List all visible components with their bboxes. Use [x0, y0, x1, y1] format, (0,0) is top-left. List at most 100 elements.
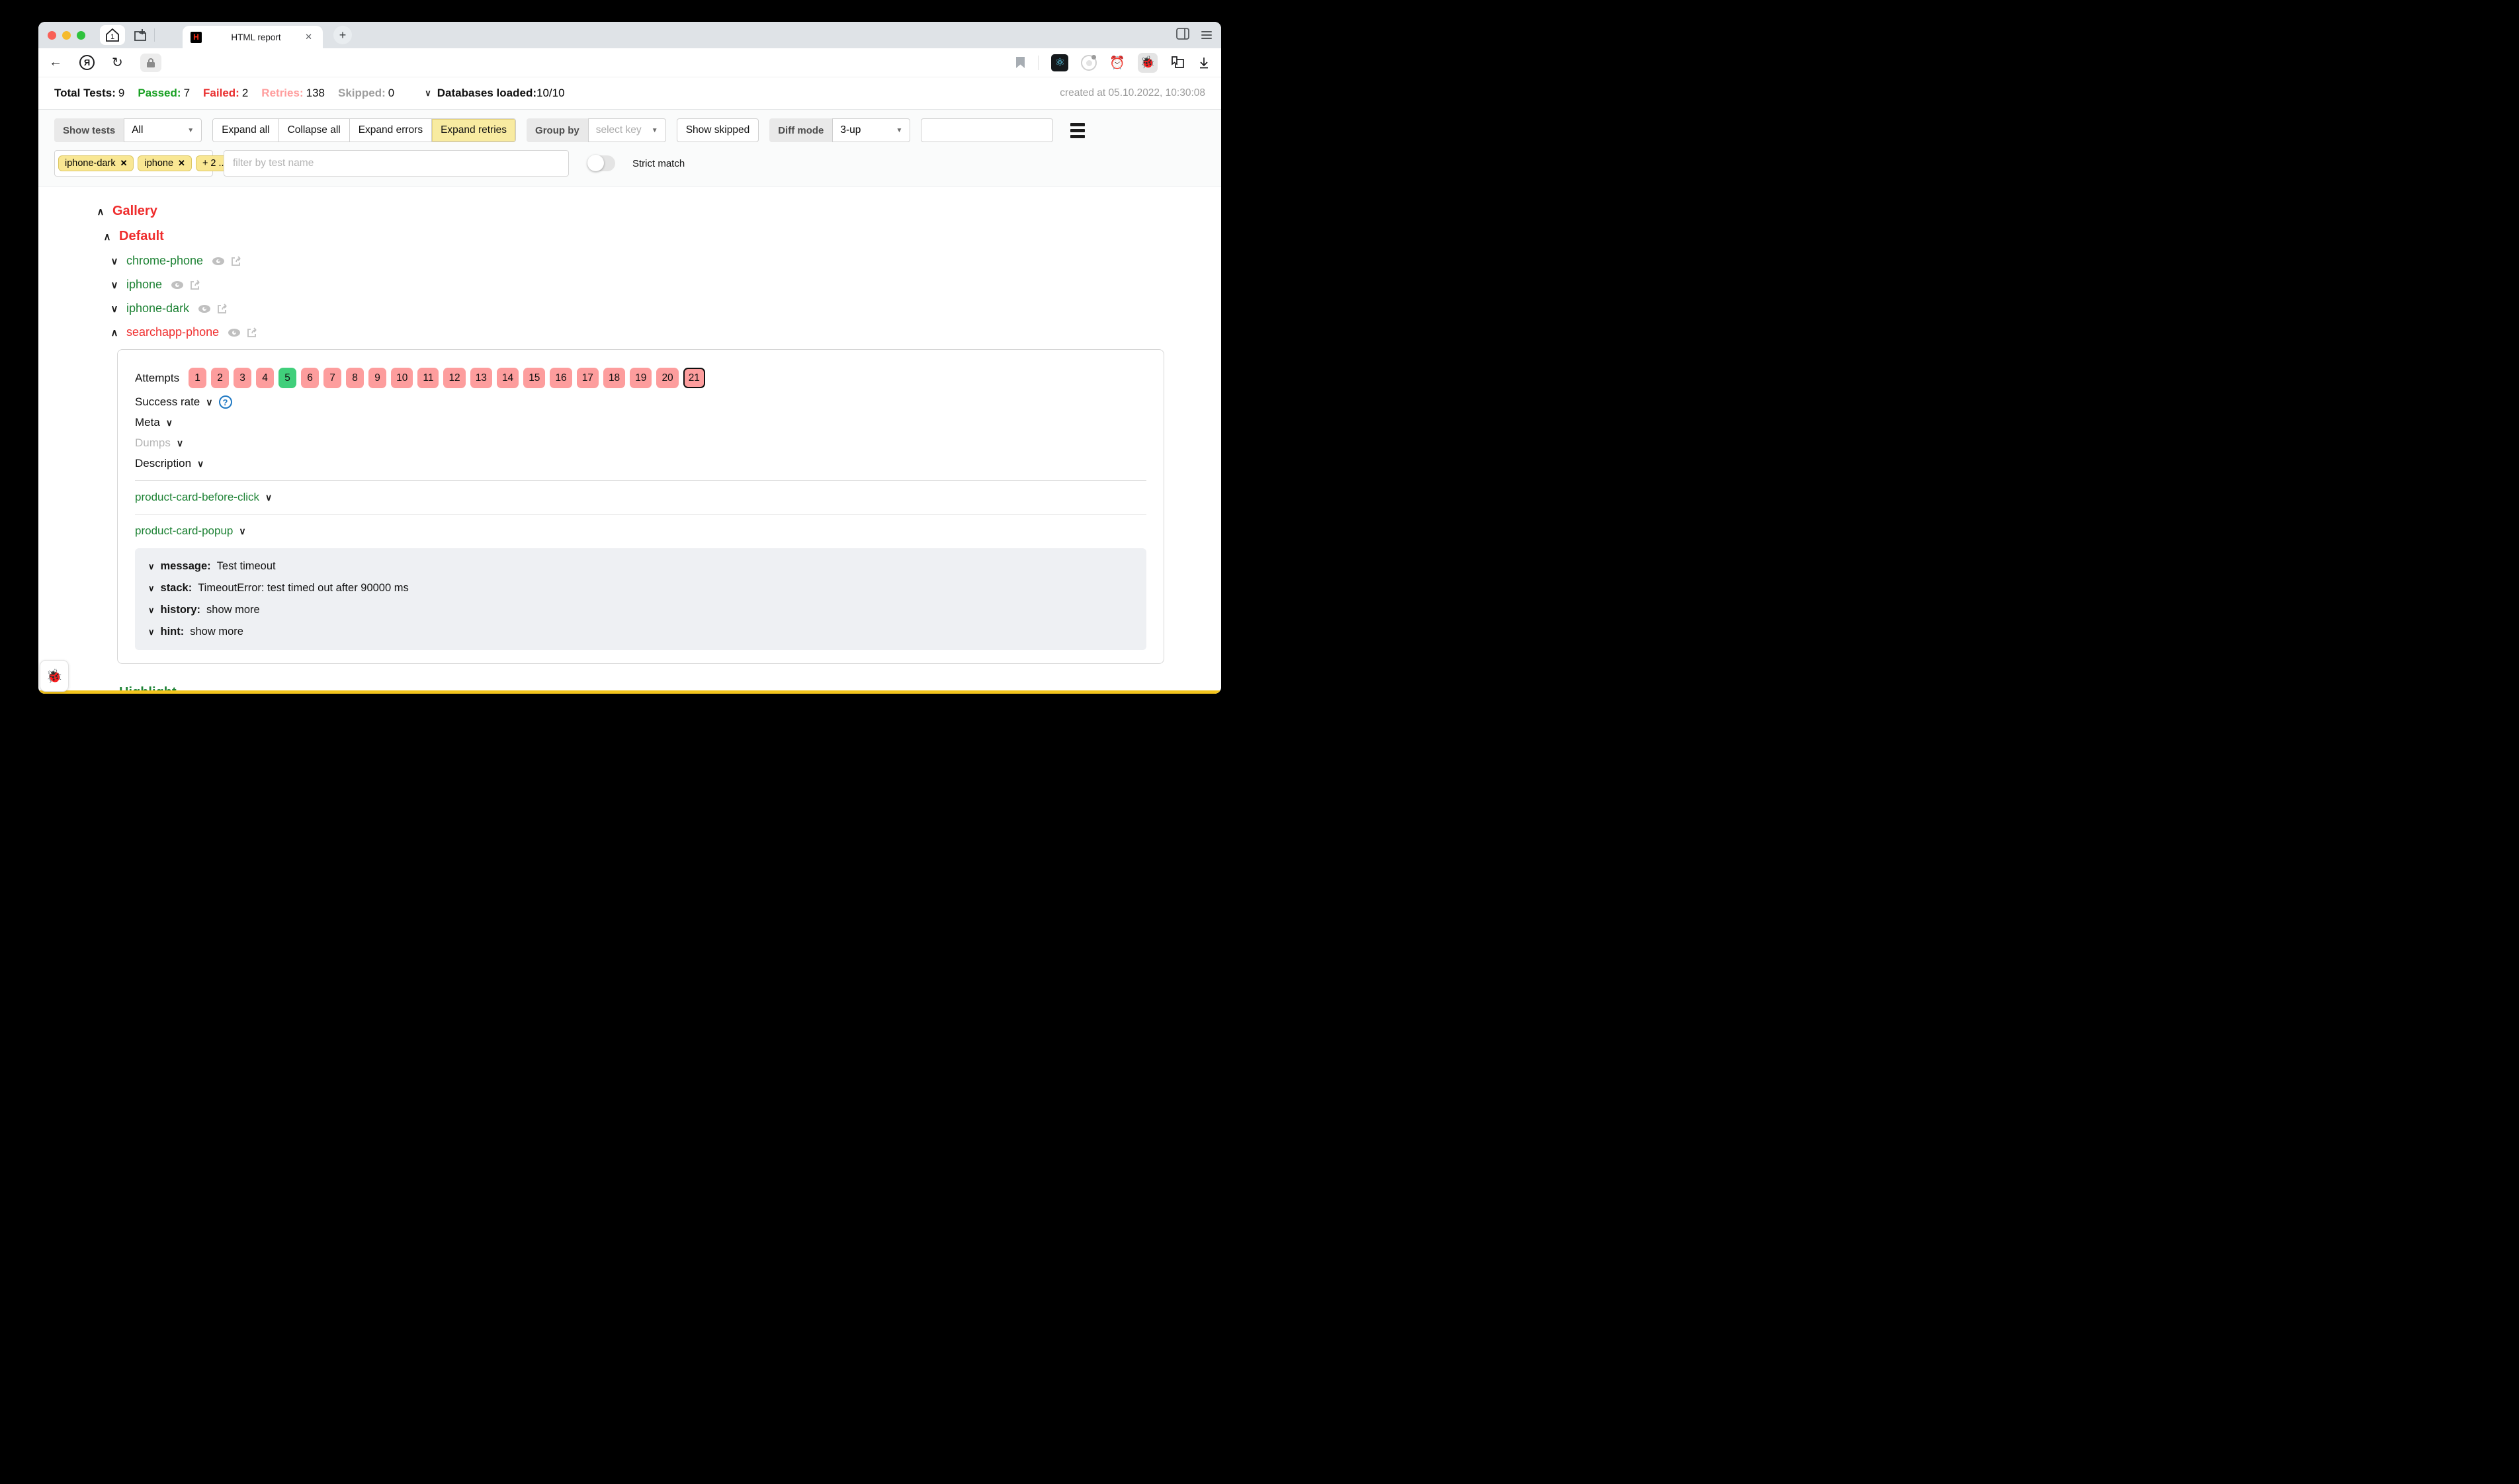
chevron-up-icon[interactable]: ∧ — [102, 231, 112, 243]
active-tab[interactable]: H HTML report ✕ — [183, 26, 323, 48]
share-icon[interactable] — [217, 303, 228, 314]
chip-remove-icon[interactable]: ✕ — [178, 158, 185, 169]
error-hint-row[interactable]: ∨ hint: show more — [148, 626, 1133, 638]
attempt-pill[interactable]: 13 — [470, 368, 492, 388]
test-label[interactable]: searchapp-phone — [126, 325, 219, 339]
yandex-button[interactable]: Я — [79, 55, 95, 70]
toolbar-search-input[interactable] — [921, 118, 1053, 142]
attempt-pill[interactable]: 9 — [368, 368, 386, 388]
chevron-up-icon[interactable]: ∧ — [95, 206, 106, 218]
chevron-up-icon[interactable]: ∧ — [109, 327, 120, 339]
new-window-button[interactable] — [130, 25, 150, 45]
expand-retries-button[interactable]: Expand retries — [431, 119, 515, 142]
attempt-pill[interactable]: 1 — [189, 368, 206, 388]
bug-report-panel-button[interactable]: 🐞 — [40, 660, 69, 692]
error-history-row[interactable]: ∨ history: show more — [148, 604, 1133, 616]
attempt-pill[interactable]: 3 — [234, 368, 251, 388]
test-iphone-dark[interactable]: ∨ iphone-dark — [109, 302, 1164, 315]
test-name-filter-input[interactable] — [224, 150, 569, 177]
success-rate-section[interactable]: Success rate ∨ ? — [135, 395, 1146, 409]
bookmark-icon[interactable] — [1015, 56, 1025, 69]
show-tests-select[interactable]: All ▼ — [124, 118, 202, 142]
attempt-pill[interactable]: 11 — [417, 368, 439, 388]
show-more-link[interactable]: show more — [190, 626, 243, 638]
attempt-pill[interactable]: 7 — [323, 368, 341, 388]
description-section[interactable]: Description ∨ — [135, 457, 1146, 470]
share-icon[interactable] — [231, 255, 242, 267]
side-panel-icon[interactable] — [1176, 28, 1189, 43]
tab-close-icon[interactable]: ✕ — [302, 30, 315, 44]
attempt-pill[interactable]: 10 — [391, 368, 413, 388]
attempt-pill[interactable]: 12 — [443, 368, 465, 388]
browser-menu-icon[interactable] — [1201, 31, 1212, 39]
attempt-pill[interactable]: 6 — [301, 368, 319, 388]
maximize-window-button[interactable] — [77, 31, 85, 40]
attempt-pill[interactable]: 5 — [278, 368, 296, 388]
diff-mode-select[interactable]: 3-up ▼ — [832, 118, 910, 142]
attempt-pill[interactable]: 20 — [656, 368, 678, 388]
suite-default[interactable]: ∧ Default — [102, 229, 1164, 244]
chevron-down-icon[interactable]: ∨ — [109, 303, 120, 315]
databases-loaded-toggle[interactable]: ∨ Databases loaded:10/10 — [425, 87, 564, 100]
new-tab-button[interactable]: + — [333, 26, 352, 44]
attempt-pill[interactable]: 15 — [523, 368, 545, 388]
attempt-pill[interactable]: 19 — [630, 368, 652, 388]
dumps-section[interactable]: Dumps ∨ — [135, 436, 1146, 450]
show-skipped-button[interactable]: Show skipped — [677, 118, 759, 142]
react-devtools-extension-icon[interactable]: ⚛ — [1051, 54, 1068, 71]
expand-errors-button[interactable]: Expand errors — [349, 119, 431, 142]
chip-remove-icon[interactable]: ✕ — [120, 158, 128, 169]
help-icon[interactable]: ? — [219, 395, 232, 409]
suite-label[interactable]: Gallery — [112, 204, 157, 219]
error-stack-row[interactable]: ∨ stack: TimeoutError: test timed out af… — [148, 582, 1133, 595]
expand-all-button[interactable]: Expand all — [213, 119, 278, 142]
attempt-pill[interactable]: 4 — [256, 368, 274, 388]
test-label[interactable]: iphone — [126, 278, 162, 292]
share-icon[interactable] — [190, 279, 201, 290]
test-chrome-phone[interactable]: ∨ chrome-phone — [109, 254, 1164, 268]
collections-icon[interactable] — [1170, 56, 1185, 69]
test-iphone[interactable]: ∨ iphone — [109, 278, 1164, 292]
view-eye-icon[interactable] — [228, 328, 241, 337]
attempt-pill[interactable]: 2 — [211, 368, 229, 388]
alarm-extension-icon[interactable]: ⏰ — [1109, 55, 1125, 71]
report-menu-icon[interactable] — [1070, 123, 1085, 138]
orbit-extension-icon[interactable] — [1081, 55, 1097, 71]
chevron-down-icon[interactable]: ∨ — [109, 255, 120, 267]
state-product-card-popup[interactable]: product-card-popup ∨ — [135, 524, 1146, 538]
reload-button[interactable]: ↻ — [112, 54, 123, 71]
strict-match-toggle[interactable] — [587, 155, 615, 171]
bug-extension-icon[interactable]: 🐞 — [1138, 53, 1158, 73]
test-label[interactable]: chrome-phone — [126, 254, 203, 268]
collapse-all-button[interactable]: Collapse all — [278, 119, 349, 142]
suite-label[interactable]: Default — [119, 229, 164, 244]
state-product-card-before-click[interactable]: product-card-before-click ∨ — [135, 491, 1146, 504]
downloads-icon[interactable] — [1197, 56, 1211, 69]
view-eye-icon[interactable] — [212, 257, 225, 266]
test-searchapp-phone[interactable]: ∧ searchapp-phone — [109, 325, 1164, 339]
attempt-pill[interactable]: 21 — [683, 368, 705, 388]
attempt-pill[interactable]: 17 — [577, 368, 599, 388]
attempt-pill[interactable]: 8 — [346, 368, 364, 388]
view-eye-icon[interactable] — [171, 280, 184, 290]
back-button[interactable]: ← — [49, 55, 62, 70]
chevron-down-icon[interactable]: ∨ — [109, 279, 120, 291]
site-security-button[interactable] — [140, 54, 161, 72]
attempt-pill[interactable]: 14 — [497, 368, 519, 388]
browser-filter-box[interactable]: iphone-dark✕iphone✕+ 2 ... — [54, 150, 213, 177]
group-by-select[interactable]: select key ▼ — [588, 118, 666, 142]
test-label[interactable]: iphone-dark — [126, 302, 189, 315]
meta-section[interactable]: Meta ∨ — [135, 416, 1146, 429]
close-window-button[interactable] — [48, 31, 56, 40]
minimize-window-button[interactable] — [62, 31, 71, 40]
error-message-row[interactable]: ∨ message: Test timeout — [148, 560, 1133, 573]
browser-filter-chip[interactable]: iphone-dark✕ — [58, 155, 134, 171]
attempt-pill[interactable]: 16 — [550, 368, 572, 388]
browser-filter-chip[interactable]: iphone✕ — [138, 155, 191, 171]
home-tab-button[interactable]: 1 — [100, 25, 125, 45]
share-icon[interactable] — [247, 327, 258, 338]
attempt-pill[interactable]: 18 — [603, 368, 625, 388]
show-more-link[interactable]: show more — [206, 604, 260, 616]
view-eye-icon[interactable] — [198, 304, 211, 313]
suite-gallery[interactable]: ∧ Gallery — [95, 204, 1164, 219]
